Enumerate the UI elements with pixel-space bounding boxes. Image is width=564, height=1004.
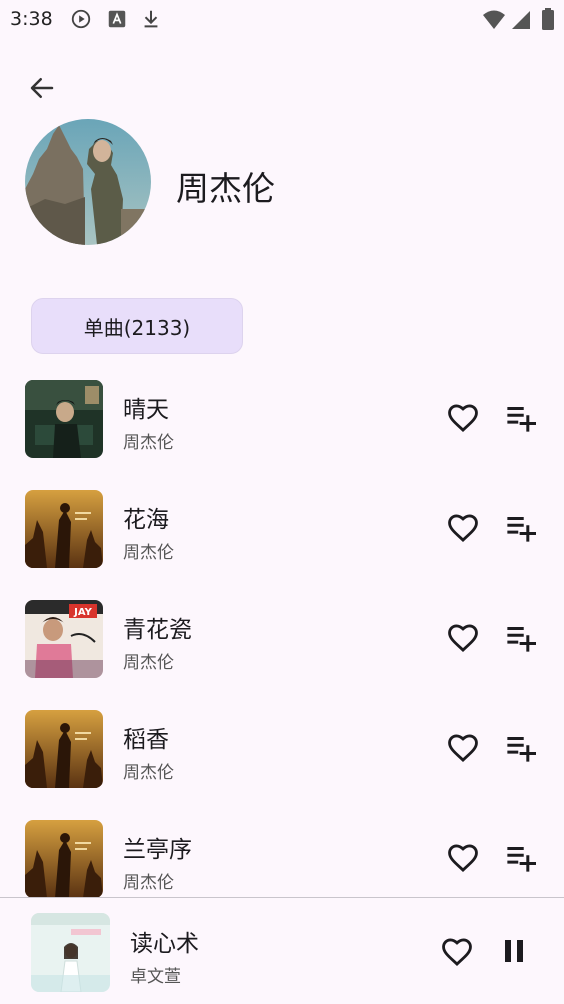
song-artist: 周杰伦 [123, 763, 174, 783]
filter-chip-label: 单曲(2133) [83, 315, 191, 340]
heart-outline-icon [448, 734, 478, 762]
favorite-button[interactable] [444, 839, 482, 877]
heart-outline-icon [448, 844, 478, 872]
heart-outline-icon [442, 938, 472, 966]
song-artist: 周杰伦 [123, 433, 174, 453]
song-artist: 周杰伦 [123, 873, 174, 893]
playlist-add-icon [507, 846, 536, 872]
signal-icon [512, 11, 530, 29]
pause-button[interactable] [497, 934, 531, 968]
now-playing-artist: 卓文萱 [130, 967, 181, 987]
add-to-playlist-button[interactable] [502, 841, 540, 875]
album-cover: JAY [25, 600, 103, 678]
playlist-add-icon [507, 406, 536, 432]
song-row[interactable]: 晴天 周杰伦 [0, 370, 564, 480]
favorite-button[interactable] [444, 399, 482, 437]
song-title: 晴天 [123, 397, 169, 423]
heart-outline-icon [448, 624, 478, 652]
playlist-add-icon [507, 736, 536, 762]
song-title: 稻香 [123, 727, 169, 753]
favorite-button[interactable] [444, 619, 482, 657]
album-cover [25, 490, 103, 568]
svg-text:JAY: JAY [73, 607, 93, 618]
play-circle-icon [71, 9, 91, 29]
song-artist: 周杰伦 [123, 543, 174, 563]
heart-outline-icon [448, 404, 478, 432]
pause-icon [505, 940, 523, 962]
song-title: 青花瓷 [123, 617, 192, 643]
font-a-icon [108, 10, 126, 28]
add-to-playlist-button[interactable] [502, 401, 540, 435]
artist-name: 周杰伦 [176, 169, 275, 208]
heart-outline-icon [448, 514, 478, 542]
add-to-playlist-button[interactable] [502, 511, 540, 545]
status-time: 3:38 [10, 8, 53, 30]
favorite-button[interactable] [444, 729, 482, 767]
mini-player[interactable]: 读心术 卓文萱 [0, 897, 564, 1004]
song-title: 花海 [123, 507, 169, 533]
song-row[interactable]: 花海 周杰伦 [0, 480, 564, 590]
playlist-add-icon [507, 516, 536, 542]
album-cover [25, 380, 103, 458]
song-row[interactable]: 稻香 周杰伦 [0, 700, 564, 810]
battery-icon [542, 8, 554, 30]
song-title: 兰亭序 [123, 837, 192, 863]
album-cover [25, 820, 103, 897]
playlist-add-icon [507, 626, 536, 652]
song-artist: 周杰伦 [123, 653, 174, 673]
artist-avatar [25, 119, 151, 245]
download-icon [144, 10, 158, 28]
now-playing-favorite-button[interactable] [438, 933, 476, 971]
add-to-playlist-button[interactable] [502, 621, 540, 655]
wifi-icon [483, 10, 505, 29]
now-playing-title: 读心术 [130, 931, 199, 957]
status-bar: 3:38 [0, 0, 564, 40]
now-playing-cover [31, 913, 110, 992]
song-row[interactable]: 兰亭序 周杰伦 [0, 810, 564, 897]
add-to-playlist-button[interactable] [502, 731, 540, 765]
favorite-button[interactable] [444, 509, 482, 547]
song-row[interactable]: JAY 青花瓷 周杰伦 [0, 590, 564, 700]
songs-filter-chip[interactable]: 单曲(2133) [31, 298, 243, 354]
album-cover [25, 710, 103, 788]
song-list[interactable]: 晴天 周杰伦 花海 周杰伦 JAY 青花瓷 周杰伦 稻香 周杰伦 兰亭序 周杰伦 [0, 370, 564, 897]
arrow-back-icon [30, 78, 54, 98]
back-button[interactable] [22, 68, 62, 108]
